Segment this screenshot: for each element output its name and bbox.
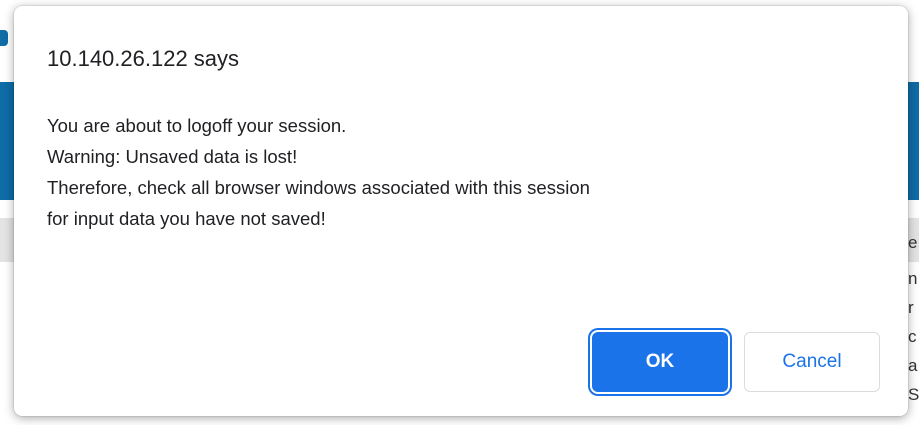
cancel-button[interactable]: Cancel	[744, 332, 880, 392]
ok-button[interactable]: OK	[592, 332, 728, 392]
background-text-fragment: r	[908, 298, 914, 317]
background-text-fragment: a	[908, 356, 918, 375]
dialog-message: You are about to logoff your session. Wa…	[47, 110, 590, 234]
alert-dialog: 10.140.26.122 says You are about to logo…	[14, 6, 908, 416]
dialog-message-line: for input data you have not saved!	[47, 208, 326, 229]
background-text-fragment: e	[908, 233, 918, 252]
dialog-message-line: Warning: Unsaved data is lost!	[47, 146, 298, 167]
background-page-mark	[0, 30, 8, 46]
background-text-fragment: c	[908, 327, 917, 346]
background-text-fragment: n	[908, 269, 918, 288]
dialog-message-line: Therefore, check all browser windows ass…	[47, 177, 590, 198]
dialog-message-line: You are about to logoff your session.	[47, 115, 347, 136]
background-text-fragment: S	[908, 385, 919, 404]
dialog-title: 10.140.26.122 says	[47, 46, 240, 71]
